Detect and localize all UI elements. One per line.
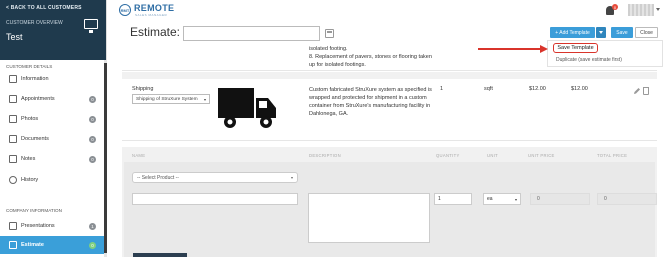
total-price-input: 0 bbox=[597, 193, 657, 205]
scrollbar-thumb[interactable] bbox=[104, 63, 107, 253]
sidebar-scrollbar[interactable] bbox=[104, 60, 107, 257]
count-badge: 0 bbox=[89, 135, 96, 143]
company-information-heading: COMPANY INFORMATION bbox=[6, 208, 62, 213]
sidebar-item-label: History bbox=[21, 177, 39, 183]
logo-icon: RMT bbox=[119, 4, 131, 16]
trash-icon[interactable] bbox=[643, 87, 649, 95]
column-header-description: DESCRIPTION bbox=[309, 153, 341, 158]
product-select[interactable]: Shipping of StruXure System bbox=[132, 94, 210, 104]
column-header-total-price: TOTAL PRICE bbox=[597, 153, 628, 158]
item-quantity: 1 bbox=[440, 86, 444, 92]
column-header-unit: UNIT bbox=[487, 153, 498, 158]
sidebar-header: < BACK TO ALL CUSTOMERS CUSTOMER OVERVIE… bbox=[0, 0, 106, 60]
sidebar-item-label: Estimate bbox=[21, 242, 44, 248]
row-divider bbox=[122, 72, 657, 79]
camera-icon bbox=[9, 115, 17, 123]
monitor-icon[interactable] bbox=[84, 19, 98, 33]
sidebar-item-documents[interactable]: Documents 0 bbox=[0, 130, 104, 148]
select-product-dropdown[interactable]: -- Select Product -- bbox=[132, 172, 298, 183]
chevron-down-icon[interactable] bbox=[656, 8, 660, 11]
sidebar-item-label: Photos bbox=[21, 116, 39, 122]
item-description-textarea[interactable] bbox=[308, 193, 430, 243]
duplicate-menu-item[interactable]: Duplicate (save estimate first) bbox=[556, 57, 622, 63]
sidebar-item-presentations[interactable]: Presentations 1 bbox=[0, 217, 104, 235]
pencil-icon[interactable] bbox=[633, 87, 641, 95]
notification-badge: 0 bbox=[612, 4, 618, 10]
unit-select[interactable]: ea bbox=[483, 193, 521, 205]
clock-icon bbox=[9, 176, 17, 184]
save-template-menu-item[interactable]: Save Template bbox=[553, 43, 598, 53]
sidebar-item-estimate[interactable]: Estimate 0 bbox=[0, 236, 104, 254]
add-item-button[interactable] bbox=[133, 253, 187, 257]
top-bar: RMT REMOTE SALES MANAGER 0 bbox=[107, 0, 670, 22]
close-button[interactable]: Close bbox=[635, 27, 658, 38]
sidebar-item-label: Presentations bbox=[21, 223, 55, 229]
count-badge: 0 bbox=[89, 115, 96, 123]
estimate-name-input[interactable] bbox=[183, 26, 320, 41]
count-badge: 0 bbox=[89, 241, 96, 249]
previous-item-description: isolated footing. 8. Replacement of pave… bbox=[309, 46, 432, 68]
unit-price-input: 0 bbox=[530, 193, 590, 205]
save-icon[interactable] bbox=[325, 29, 334, 38]
item-description: Custom fabricated StruXure system as spe… bbox=[309, 87, 432, 117]
count-badge: 0 bbox=[89, 155, 96, 163]
sidebar-item-appointments[interactable]: Appointments 0 bbox=[0, 90, 104, 108]
annotation-arrow-head bbox=[540, 45, 548, 53]
calendar-icon bbox=[9, 95, 17, 103]
count-badge: 0 bbox=[89, 95, 96, 103]
template-dropdown-toggle[interactable] bbox=[596, 27, 606, 38]
presentation-icon bbox=[9, 222, 17, 230]
customer-name: Test bbox=[6, 32, 23, 42]
sidebar-item-information[interactable]: Information bbox=[0, 70, 104, 88]
info-icon bbox=[9, 75, 17, 83]
customer-overview-label: CUSTOMER OVERVIEW bbox=[6, 20, 63, 26]
logo-text: REMOTE bbox=[134, 3, 175, 13]
truck-icon bbox=[218, 88, 276, 128]
item-name: Shipping bbox=[132, 86, 154, 92]
add-template-button[interactable]: + Add Template bbox=[550, 27, 595, 38]
item-unit: sqft bbox=[484, 86, 493, 92]
quantity-input[interactable]: 1 bbox=[434, 193, 472, 205]
sidebar-item-label: Appointments bbox=[21, 96, 55, 102]
sidebar-item-photos[interactable]: Photos 0 bbox=[0, 110, 104, 128]
logo-subtitle: SALES MANAGER bbox=[135, 13, 168, 17]
column-header-quantity: QUANTITY bbox=[436, 153, 460, 158]
back-to-customers-link[interactable]: < BACK TO ALL CUSTOMERS bbox=[0, 0, 106, 11]
item-total-price: $12.00 bbox=[571, 86, 588, 92]
item-name-input[interactable] bbox=[132, 193, 298, 205]
sidebar: < BACK TO ALL CUSTOMERS CUSTOMER OVERVIE… bbox=[0, 0, 107, 257]
page-title: Estimate: bbox=[130, 25, 181, 39]
sidebar-item-label: Documents bbox=[21, 136, 49, 142]
customer-details-heading: CUSTOMER DETAILS bbox=[6, 64, 53, 69]
document-icon bbox=[9, 135, 17, 143]
note-icon bbox=[9, 155, 17, 163]
sidebar-item-history[interactable]: History bbox=[0, 171, 104, 189]
calculator-icon bbox=[9, 241, 17, 249]
count-badge: 1 bbox=[89, 222, 96, 230]
sidebar-item-notes[interactable]: Notes 0 bbox=[0, 150, 104, 168]
annotation-arrow bbox=[478, 48, 542, 50]
column-header-name: NAME bbox=[132, 153, 146, 158]
column-header-unit-price: UNIT PRICE bbox=[528, 153, 555, 158]
sidebar-item-label: Information bbox=[21, 76, 49, 82]
sidebar-item-label: Notes bbox=[21, 156, 36, 162]
item-unit-price: $12.00 bbox=[529, 86, 546, 92]
avatar[interactable] bbox=[628, 4, 654, 16]
save-button[interactable]: Save bbox=[611, 27, 633, 38]
